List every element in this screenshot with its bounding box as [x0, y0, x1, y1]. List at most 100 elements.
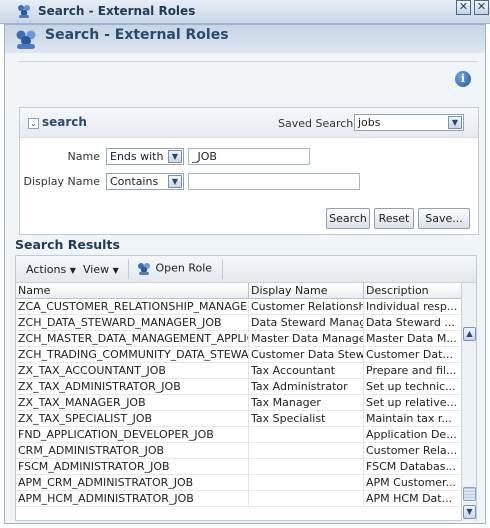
- open-role-button[interactable]: Open Role: [136, 261, 212, 276]
- cell-display-name: Tax Administrator: [249, 379, 364, 395]
- chevron-down-icon: ▼: [69, 266, 76, 275]
- view-label: View: [83, 263, 110, 276]
- toolbar-separator: [128, 259, 129, 279]
- scroll-down-icon[interactable]: ▼: [463, 505, 476, 519]
- table-row[interactable]: CRM_ADMINISTRATOR_JOB Customer Rela...: [16, 443, 461, 459]
- scroll-up-icon[interactable]: ▲: [463, 327, 476, 341]
- table-row[interactable]: FND_APPLICATION_DEVELOPER_JOB Application…: [16, 427, 461, 443]
- cell-description: APM Customer...: [366, 476, 457, 489]
- cell-display-name: Tax Manager: [249, 395, 364, 411]
- cell-description: Master Data M...: [366, 332, 457, 345]
- search-panel-title: search: [42, 115, 87, 129]
- chevron-down-icon: ▼: [448, 116, 462, 129]
- display-name-label: Display Name: [23, 175, 101, 188]
- cell-description: APM HCM Dat...: [366, 492, 453, 505]
- cell-display-name: Tax Specialist: [249, 411, 364, 427]
- roles-icon: [16, 30, 36, 49]
- table-row[interactable]: ZCH_DATA_STEWARD_MANAGER_JOB Data Steward…: [16, 315, 461, 331]
- cell-name: ZX_TAX_ADMINISTRATOR_JOB: [16, 379, 249, 395]
- column-header-description[interactable]: Description: [364, 283, 461, 299]
- collapse-chevron-icon[interactable]: ⌄: [28, 118, 39, 129]
- cell-name: APM_CRM_ADMINISTRATOR_JOB: [16, 475, 249, 491]
- saved-search-select[interactable]: jobs ▼: [354, 114, 464, 131]
- vertical-scrollbar[interactable]: ▲ ▼: [461, 283, 476, 521]
- display-name-operator-value: Contains: [110, 175, 159, 188]
- search-panel: ⌄ search Saved Search jobs ▼ Name Ends w…: [19, 107, 479, 235]
- chevron-down-icon: ▼: [112, 266, 119, 275]
- window-titlebar: Search - External Roles ✕ ✕: [0, 0, 490, 24]
- close-icon: ✕: [458, 0, 469, 13]
- table-row[interactable]: FSCM_ADMINISTRATOR_JOB FSCM Databas...: [16, 459, 461, 475]
- close-window-button[interactable]: ✕: [456, 0, 471, 15]
- dialog-header: Search - External Roles: [5, 25, 485, 53]
- table-row[interactable]: ZX_TAX_MANAGER_JOB Tax Manager Set up rela…: [16, 395, 461, 411]
- open-role-label: Open Role: [155, 261, 213, 275]
- scroll-thumb[interactable]: [463, 487, 476, 501]
- saved-search-label: Saved Search: [278, 117, 354, 130]
- cell-description: Maintain tax r...: [366, 412, 452, 425]
- chevron-down-icon: ▼: [168, 175, 182, 188]
- cell-description: Customer Dat...: [366, 348, 453, 361]
- table-row[interactable]: ZCH_MASTER_DATA_MANAGEMENT_APPLIC... Mast…: [16, 331, 461, 347]
- search-button[interactable]: Search: [326, 208, 370, 229]
- save-button[interactable]: Save...: [418, 208, 470, 229]
- results-toolbar: Actions ▼ View ▼ Open Role: [16, 256, 476, 283]
- name-operator-select[interactable]: Ends with ▼: [106, 148, 184, 165]
- view-menu[interactable]: View ▼: [83, 263, 119, 276]
- name-operator-value: Ends with: [110, 150, 164, 163]
- cell-display-name: Tax Accountant: [249, 363, 364, 379]
- reset-button[interactable]: Reset: [374, 208, 414, 229]
- cell-display-name: [249, 427, 364, 443]
- cell-display-name: [249, 443, 364, 459]
- close-window-button-2[interactable]: ✕: [474, 0, 489, 15]
- table-row[interactable]: APM_HCM_ADMINISTRATOR_JOB APM HCM Dat...: [16, 491, 461, 507]
- cell-name: ZX_TAX_MANAGER_JOB: [16, 395, 249, 411]
- cell-description: FSCM Databas...: [366, 460, 456, 473]
- cell-display-name: Customer Data Stew...: [251, 347, 364, 363]
- header-divider: [19, 61, 477, 62]
- column-header-name[interactable]: Name: [16, 283, 249, 299]
- actions-label: Actions: [26, 263, 67, 276]
- table-row[interactable]: APM_CRM_ADMINISTRATOR_JOB APM Customer...: [16, 475, 461, 491]
- roles-icon: [138, 263, 150, 275]
- cell-name: FSCM_ADMINISTRATOR_JOB: [16, 459, 249, 475]
- saved-search-value: jobs: [358, 116, 381, 129]
- cell-description: Data Steward ...: [366, 316, 455, 329]
- search-panel-header: ⌄ search Saved Search jobs ▼: [20, 108, 478, 138]
- table-header: Name Display Name Description: [16, 283, 461, 299]
- display-name-input[interactable]: [188, 173, 360, 190]
- cell-name: ZCA_CUSTOMER_RELATIONSHIP_MANAGEM...: [18, 299, 249, 315]
- roles-icon: [18, 5, 30, 18]
- cell-name: FND_APPLICATION_DEVELOPER_JOB: [16, 427, 249, 443]
- cell-description: Individual resp...: [366, 300, 458, 313]
- cell-description: Customer Rela...: [366, 444, 458, 457]
- cell-display-name: [249, 475, 364, 491]
- name-label: Name: [67, 150, 100, 163]
- column-header-display-name[interactable]: Display Name: [249, 283, 364, 299]
- cell-name: ZCH_MASTER_DATA_MANAGEMENT_APPLIC...: [18, 331, 249, 347]
- search-dialog: Search - External Roles i ⌄ search Saved…: [4, 24, 486, 524]
- results-title: Search Results: [15, 237, 120, 252]
- chevron-down-icon: ▼: [168, 150, 182, 163]
- cell-name: ZCH_TRADING_COMMUNITY_DATA_STEWA...: [18, 347, 249, 363]
- table-row[interactable]: ZCA_CUSTOMER_RELATIONSHIP_MANAGEM... Cust…: [16, 299, 461, 315]
- cell-display-name: Customer Relationsh...: [251, 299, 364, 315]
- display-name-operator-select[interactable]: Contains ▼: [106, 173, 184, 190]
- table-row[interactable]: ZX_TAX_ADMINISTRATOR_JOB Tax Administrato…: [16, 379, 461, 395]
- table-row[interactable]: ZX_TAX_ACCOUNTANT_JOB Tax Accountant Prepa…: [16, 363, 461, 379]
- cell-description: Set up relative...: [366, 396, 457, 409]
- cell-name: ZCH_DATA_STEWARD_MANAGER_JOB: [16, 315, 249, 331]
- info-icon[interactable]: i: [455, 71, 471, 87]
- table-row[interactable]: ZX_TAX_SPECIALIST_JOB Tax Specialist Maint…: [16, 411, 461, 427]
- name-input[interactable]: _JOB: [188, 148, 310, 165]
- cell-display-name: Master Data Manage...: [251, 331, 364, 347]
- actions-menu[interactable]: Actions ▼: [26, 263, 76, 276]
- table-row[interactable]: ZCH_TRADING_COMMUNITY_DATA_STEWA... Custo…: [16, 347, 461, 363]
- page-title: Search - External Roles: [45, 27, 229, 43]
- results-table-body: ZCA_CUSTOMER_RELATIONSHIP_MANAGEM... Cust…: [16, 299, 461, 521]
- cell-description: Application De...: [366, 428, 457, 441]
- cell-display-name: [249, 491, 364, 507]
- cell-name: APM_HCM_ADMINISTRATOR_JOB: [16, 491, 249, 507]
- cell-description: Prepare and fil...: [366, 364, 457, 377]
- window-title: Search - External Roles: [38, 4, 196, 18]
